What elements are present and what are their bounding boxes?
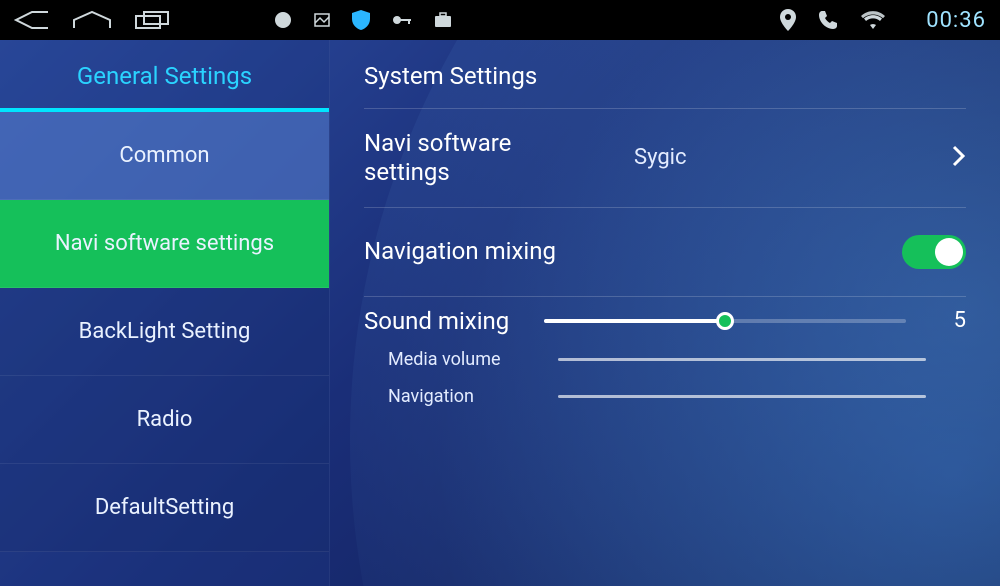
navigation-mixing-label: Navigation mixing [364, 237, 594, 266]
status-bar: 00:36 [0, 0, 1000, 40]
clock: 00:36 [926, 8, 986, 33]
navigation-mixing-toggle[interactable] [902, 235, 966, 269]
home-icon[interactable] [72, 10, 112, 30]
navi-software-label: Navi software settings [364, 129, 594, 187]
navi-software-value: Sygic [594, 145, 926, 170]
sidebar-item-label: Radio [137, 407, 193, 432]
sound-mixing-value: 5 [926, 308, 966, 333]
sidebar-item-label: Navi software settings [55, 231, 274, 256]
phone-icon [818, 10, 838, 30]
sound-mixing-label: Sound mixing [364, 307, 524, 336]
wifi-icon [860, 10, 886, 30]
row-sound-mixing: Sound mixing 5 [364, 297, 966, 342]
back-icon[interactable] [14, 10, 50, 30]
media-volume-slider[interactable] [558, 358, 926, 361]
recents-icon[interactable] [134, 10, 170, 30]
shield-icon [352, 10, 370, 30]
sidebar-item-backlight-setting[interactable]: BackLight Setting [0, 288, 329, 376]
sidebar-item-label: Common [119, 143, 209, 168]
media-volume-label: Media volume [388, 349, 558, 370]
briefcase-icon [434, 12, 452, 28]
sidebar-item-navi-software-settings[interactable]: Navi software settings [0, 200, 329, 288]
key-icon [392, 14, 412, 26]
app-face-icon [274, 11, 292, 29]
content-title: System Settings [364, 40, 966, 108]
sidebar-title: General Settings [0, 40, 329, 108]
sidebar-item-radio[interactable]: Radio [0, 376, 329, 464]
row-navigation-mixing: Navigation mixing [364, 208, 966, 296]
sidebar-item-default-setting[interactable]: DefaultSetting [0, 464, 329, 552]
sidebar-item-common[interactable]: Common [0, 112, 329, 200]
row-media-volume: Media volume [364, 341, 966, 378]
sidebar-item-label: DefaultSetting [95, 495, 234, 520]
row-navi-software[interactable]: Navi software settings Sygic [364, 109, 966, 207]
content-panel: System Settings Navi software settings S… [330, 40, 1000, 586]
sidebar: General Settings Common Navi software se… [0, 40, 330, 586]
sidebar-item-label: BackLight Setting [79, 319, 251, 344]
navigation-volume-slider[interactable] [558, 395, 926, 398]
gps-icon [780, 9, 796, 31]
image-icon [314, 13, 330, 27]
navigation-volume-label: Navigation [388, 386, 558, 407]
row-navigation-volume: Navigation [364, 378, 966, 415]
chevron-right-icon [926, 145, 966, 171]
sound-mixing-slider[interactable] [544, 319, 906, 323]
